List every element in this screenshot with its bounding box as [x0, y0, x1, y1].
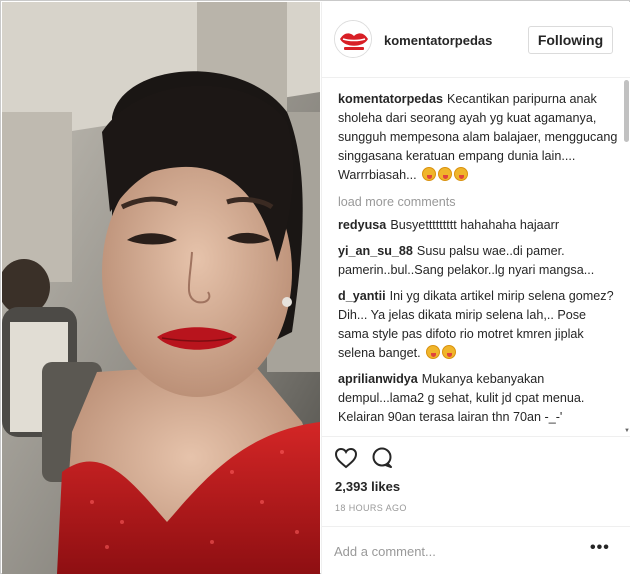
- tongue-emoji-icon: [438, 167, 453, 181]
- wink-emoji-icon: [442, 345, 457, 359]
- comment-username[interactable]: yi_an_su_88: [338, 244, 413, 258]
- comment-username[interactable]: redyusa: [338, 218, 386, 232]
- following-button[interactable]: Following: [528, 26, 613, 54]
- comment-item: redyusa Busyettttttttt hahahaha hajaarr: [338, 216, 618, 235]
- post-photo[interactable]: [2, 2, 320, 574]
- post-image: [2, 2, 320, 574]
- comment-username[interactable]: d_yantii: [338, 289, 386, 303]
- heart-icon[interactable]: [334, 447, 358, 469]
- comment-item: yi_an_su_88 Susu palsu wae..di pamer. pam…: [338, 242, 618, 280]
- post-actions: [322, 436, 630, 476]
- add-comment-bar: •••: [322, 526, 630, 574]
- caption-username[interactable]: komentatorpedas: [338, 92, 443, 106]
- post-sidebar: komentatorpedas Following ▲ komentatorpe…: [321, 2, 630, 574]
- tongue-emoji-icon: [422, 167, 437, 181]
- post-caption: komentatorpedas Kecantikan paripurna anak…: [338, 90, 618, 185]
- more-options-icon[interactable]: •••: [590, 539, 610, 557]
- comment-username[interactable]: aprilianwidya: [338, 372, 418, 386]
- likes-count[interactable]: 2,393 likes: [335, 479, 400, 494]
- comment-item: aprilianwidya Mukanya kebanyakan dempul..…: [338, 370, 618, 427]
- post-author-username[interactable]: komentatorpedas: [384, 33, 492, 48]
- comment-item: d_yantii Ini yg dikata artikel mirip sele…: [338, 287, 618, 363]
- add-comment-input[interactable]: [334, 541, 574, 561]
- avatar[interactable]: [334, 20, 372, 58]
- scroll-up-arrow-icon[interactable]: ▲: [624, 78, 630, 79]
- comment-text: Busyettttttttt hahahaha hajaarr: [390, 218, 560, 232]
- post-window: komentatorpedas Following ▲ komentatorpe…: [0, 0, 630, 574]
- wink-emoji-icon: [426, 345, 441, 359]
- comment-bubble-icon[interactable]: [370, 447, 394, 469]
- post-header: komentatorpedas Following: [322, 2, 630, 78]
- comments-list[interactable]: ▲ komentatorpedasKecantikan paripurna an…: [322, 78, 630, 434]
- scroll-down-arrow-icon[interactable]: ▼: [624, 428, 630, 434]
- post-timestamp: 18 HOURS AGO: [335, 503, 407, 513]
- lips-logo-icon: [335, 21, 371, 57]
- load-more-comments-link[interactable]: load more comments: [338, 195, 615, 209]
- tongue-emoji-icon: [454, 167, 469, 181]
- comments-scrollbar[interactable]: [624, 80, 629, 142]
